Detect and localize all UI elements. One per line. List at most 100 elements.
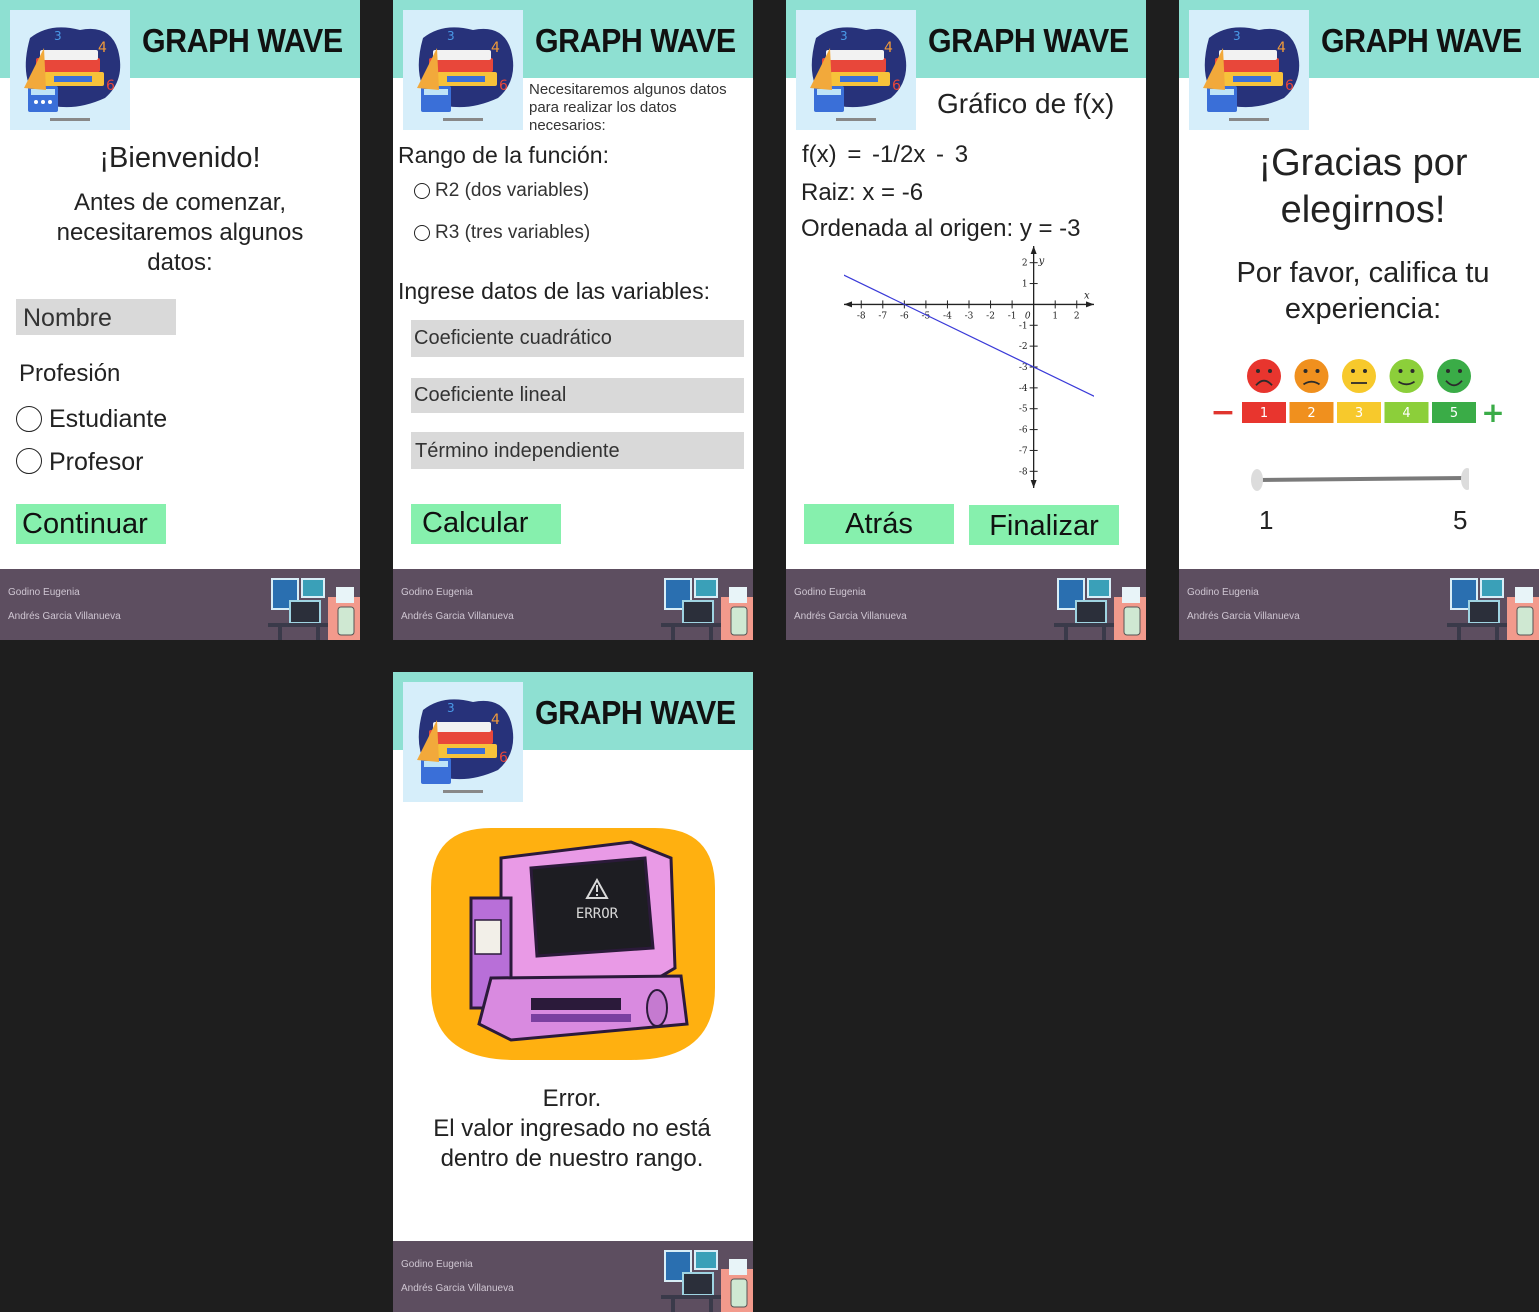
- graph-heading: Gráfico de f(x): [937, 88, 1115, 119]
- slider-min-label: 1: [1259, 505, 1274, 535]
- rating-slider[interactable]: [1249, 466, 1469, 496]
- app-title: GRAPH WAVE: [928, 22, 1129, 59]
- x-tick-label: -4: [943, 311, 952, 321]
- footer-author-2: Andrés Garcia Villanueva: [794, 611, 907, 622]
- radio-r3[interactable]: [414, 225, 430, 241]
- rating-prompt-line-1: Por favor, califica tu: [1236, 257, 1490, 289]
- error-computer-illustration: ERROR: [431, 828, 715, 1060]
- welcome-heading: ¡Bienvenido!: [99, 142, 261, 174]
- footer-author-1: Godino Eugenia: [401, 587, 473, 598]
- slider-track: [1255, 476, 1469, 482]
- continue-button[interactable]: Continuar: [16, 504, 166, 544]
- rating-cell-label: 4: [1402, 406, 1410, 421]
- independent-term-placeholder: Término independiente: [415, 440, 620, 462]
- welcome-intro-line-1: Antes de comenzar,: [73, 189, 287, 216]
- name-input-placeholder: Nombre: [23, 304, 112, 332]
- x-tick-label: -8: [857, 311, 866, 321]
- quadratic-coefficient-input[interactable]: Coeficiente cuadrático: [411, 320, 744, 357]
- face-eye: [1458, 369, 1462, 373]
- error-screen-text: ERROR: [576, 906, 619, 922]
- svg-text:3: 3: [54, 29, 62, 43]
- calculate-button-label: Calcular: [422, 507, 529, 539]
- screen-data-entry: 4 6 3 GRAPH WAVE Necesitaremos algunos d…: [393, 0, 753, 640]
- svg-text:3: 3: [447, 701, 455, 715]
- rating-cell-label: 5: [1450, 406, 1458, 421]
- footer-author-2: Andrés Garcia Villanueva: [1187, 611, 1300, 622]
- y-intercept-value: Ordenada al origen: y = -3: [801, 215, 1081, 242]
- minus-icon: −: [1210, 395, 1235, 430]
- rating-face-icon: [1389, 359, 1424, 393]
- trigonometry-logo: 4 6 3: [796, 10, 916, 130]
- face-eye: [1256, 369, 1260, 373]
- svg-text:6: 6: [106, 78, 115, 94]
- y-axis-arrow-down: [1030, 480, 1037, 488]
- svg-text:4: 4: [1277, 40, 1286, 56]
- trigonometry-logo: 4 6 3: [1189, 10, 1309, 130]
- svg-text:4: 4: [884, 40, 893, 56]
- svg-text:6: 6: [499, 78, 508, 94]
- app-title: GRAPH WAVE: [142, 22, 343, 59]
- radio-profesor-label: Profesor: [49, 448, 144, 476]
- svg-text:3: 3: [447, 29, 455, 43]
- thanks-heading-line-2: elegirnos!: [1280, 189, 1446, 231]
- office-illustration: [661, 578, 753, 640]
- profession-label: Profesión: [19, 360, 121, 387]
- radio-r2[interactable]: [414, 183, 430, 199]
- footer: Godino Eugenia Andrés Garcia Villanueva: [1179, 569, 1539, 640]
- welcome-intro-line-2: necesitaremos algunos: [56, 219, 304, 246]
- svg-text:6: 6: [1285, 78, 1294, 94]
- trigonometry-logo: 4 6 3: [10, 10, 130, 130]
- footer-author-2: Andrés Garcia Villanueva: [401, 611, 514, 622]
- app-title: GRAPH WAVE: [1321, 22, 1522, 59]
- y-axis-arrow-up: [1030, 246, 1037, 254]
- y-tick-label: -6: [1019, 426, 1028, 436]
- footer: Godino Eugenia Andrés Garcia Villanueva: [393, 569, 753, 640]
- rating-face-icon: [1294, 359, 1329, 393]
- name-input[interactable]: Nombre: [16, 299, 176, 335]
- error-line-3: dentro de nuestro rango.: [440, 1145, 704, 1172]
- vars-label: Ingrese datos de las variables:: [398, 278, 710, 304]
- screen-welcome: 4 6 3 GRAPH WAVE ¡Bienvenido! Antes de c…: [0, 0, 360, 640]
- independent-term-input[interactable]: Término independiente: [411, 432, 744, 469]
- radio-estudiante-label: Estudiante: [49, 405, 168, 433]
- screen-error: 4 6 3 GRAPH WAVE ERROR Error. El valor i…: [393, 672, 753, 1312]
- face-eye: [1303, 369, 1308, 373]
- linear-coefficient-placeholder: Coeficiente lineal: [414, 384, 567, 406]
- footer-author-1: Godino Eugenia: [1187, 587, 1259, 598]
- rating-cell-label: 2: [1307, 406, 1315, 421]
- face-eye: [1315, 369, 1320, 373]
- x-tick-label: -6: [900, 311, 909, 321]
- app-title: GRAPH WAVE: [535, 694, 736, 731]
- office-illustration: [661, 1250, 753, 1312]
- radio-estudiante[interactable]: [16, 406, 42, 432]
- calculate-button[interactable]: Calcular: [411, 504, 561, 544]
- origin-label: 0: [1025, 311, 1031, 321]
- y-tick-label: 1: [1022, 280, 1028, 290]
- x-axis-label: x: [1084, 290, 1090, 301]
- root-value: Raiz: x = -6: [801, 179, 924, 206]
- back-button-label: Atrás: [845, 508, 913, 540]
- slider-min-handle: [1251, 469, 1263, 491]
- face-eye: [1268, 369, 1272, 373]
- y-tick-label: -1: [1019, 321, 1028, 331]
- back-button[interactable]: Atrás: [804, 504, 954, 544]
- face-eye: [1363, 369, 1367, 373]
- face-eye: [1351, 369, 1355, 373]
- slider-max-label: 5: [1453, 505, 1468, 535]
- linear-coefficient-input[interactable]: Coeficiente lineal: [411, 378, 744, 413]
- svg-text:6: 6: [499, 750, 508, 766]
- footer-author-1: Godino Eugenia: [401, 1259, 473, 1270]
- function-graph: -8 -7 -6 -5 -4 -3 -2 -1 1 221-1-2-3-4-5-6-7-80xy: [844, 246, 1094, 488]
- slider-value-handle: [1461, 468, 1469, 490]
- finish-button[interactable]: Finalizar: [969, 505, 1119, 545]
- data-intro-line-1: Necesitaremos algunos datos: [529, 81, 727, 98]
- svg-text:3: 3: [840, 29, 848, 43]
- thanks-heading-line-1: ¡Gracias por: [1258, 142, 1468, 184]
- y-tick-label: -3: [1019, 363, 1028, 373]
- trigonometry-logo: 4 6 3: [403, 682, 523, 802]
- rating-cell-label: 3: [1355, 406, 1363, 421]
- radio-profesor[interactable]: [16, 448, 42, 474]
- x-axis-arrow-left: [844, 301, 852, 308]
- rating-prompt-line-2: experiencia:: [1284, 293, 1442, 325]
- quadratic-coefficient-placeholder: Coeficiente cuadrático: [414, 327, 612, 349]
